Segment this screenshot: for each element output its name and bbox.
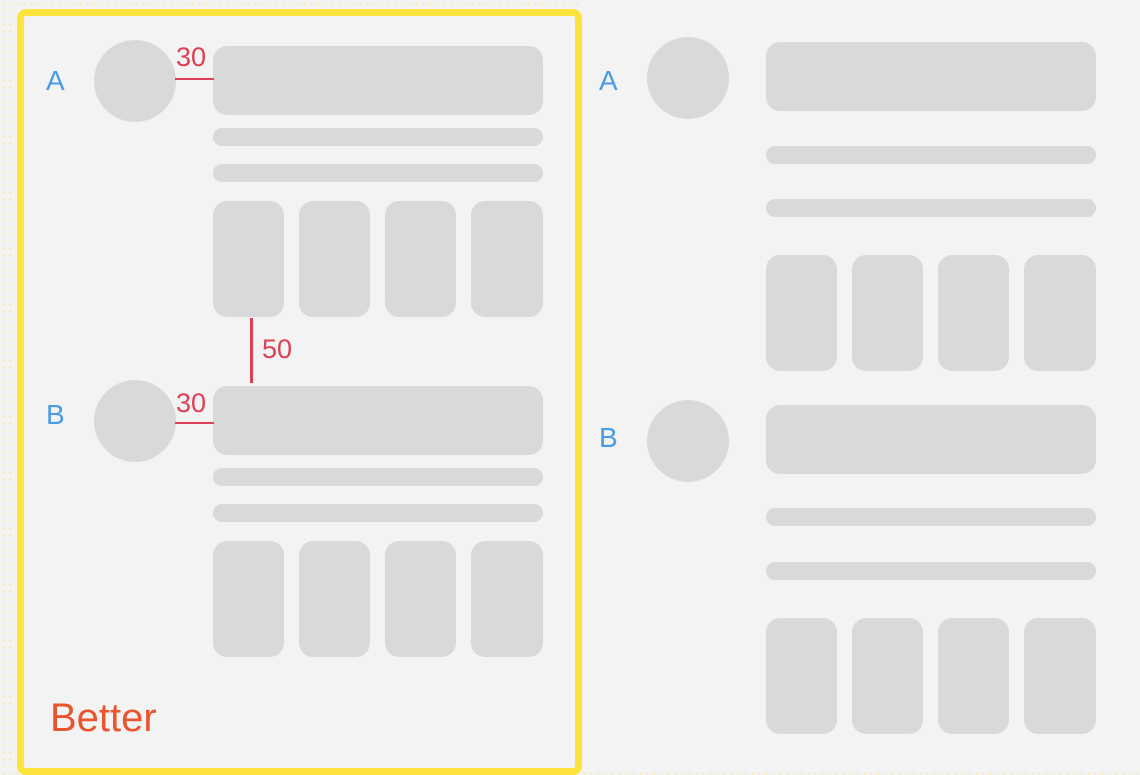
left-a-text-line: [213, 164, 543, 182]
right-a-tile: [766, 255, 837, 371]
right-b-text-line: [766, 562, 1096, 580]
left-a-avatar: [94, 40, 176, 122]
left-group-a-label: A: [46, 65, 65, 96]
right-a-avatar: [647, 37, 729, 119]
left-b-title-bar: [213, 386, 543, 455]
right-b-avatar: [647, 400, 729, 482]
right-a-text-line: [766, 146, 1096, 164]
right-group-a-label: A: [599, 65, 618, 96]
between-groups-measure-line: [250, 318, 253, 383]
right-a-title-bar: [766, 42, 1096, 111]
left-b-gap-measure-line: [175, 422, 214, 424]
right-b-text-line: [766, 508, 1096, 526]
left-b-gap-label: 30: [176, 388, 207, 418]
left-a-gap-label: 30: [176, 42, 207, 72]
right-b-tile: [852, 618, 923, 734]
left-a-tile: [299, 201, 370, 317]
left-b-tile: [385, 541, 456, 657]
right-b-tile: [766, 618, 837, 734]
left-a-title-bar: [213, 46, 543, 115]
left-b-tile: [213, 541, 284, 657]
right-a-tile: [852, 255, 923, 371]
right-a-tile: [938, 255, 1009, 371]
left-a-tile: [385, 201, 456, 317]
right-group-b-label: B: [599, 422, 618, 453]
left-b-text-line: [213, 468, 543, 486]
left-b-tile: [471, 541, 543, 657]
left-b-avatar: [94, 380, 176, 462]
right-a-tile: [1024, 255, 1096, 371]
verdict-label: Better: [50, 696, 157, 740]
right-b-title-bar: [766, 405, 1096, 474]
left-a-tile: [213, 201, 284, 317]
left-b-tile: [299, 541, 370, 657]
left-a-gap-measure-line: [175, 78, 214, 80]
right-a-text-line: [766, 199, 1096, 217]
left-a-tile: [471, 201, 543, 317]
right-b-tile: [1024, 618, 1096, 734]
left-group-b-label: B: [46, 399, 65, 430]
between-groups-label: 50: [262, 334, 293, 364]
right-b-tile: [938, 618, 1009, 734]
left-a-text-line: [213, 128, 543, 146]
left-b-text-line: [213, 504, 543, 522]
